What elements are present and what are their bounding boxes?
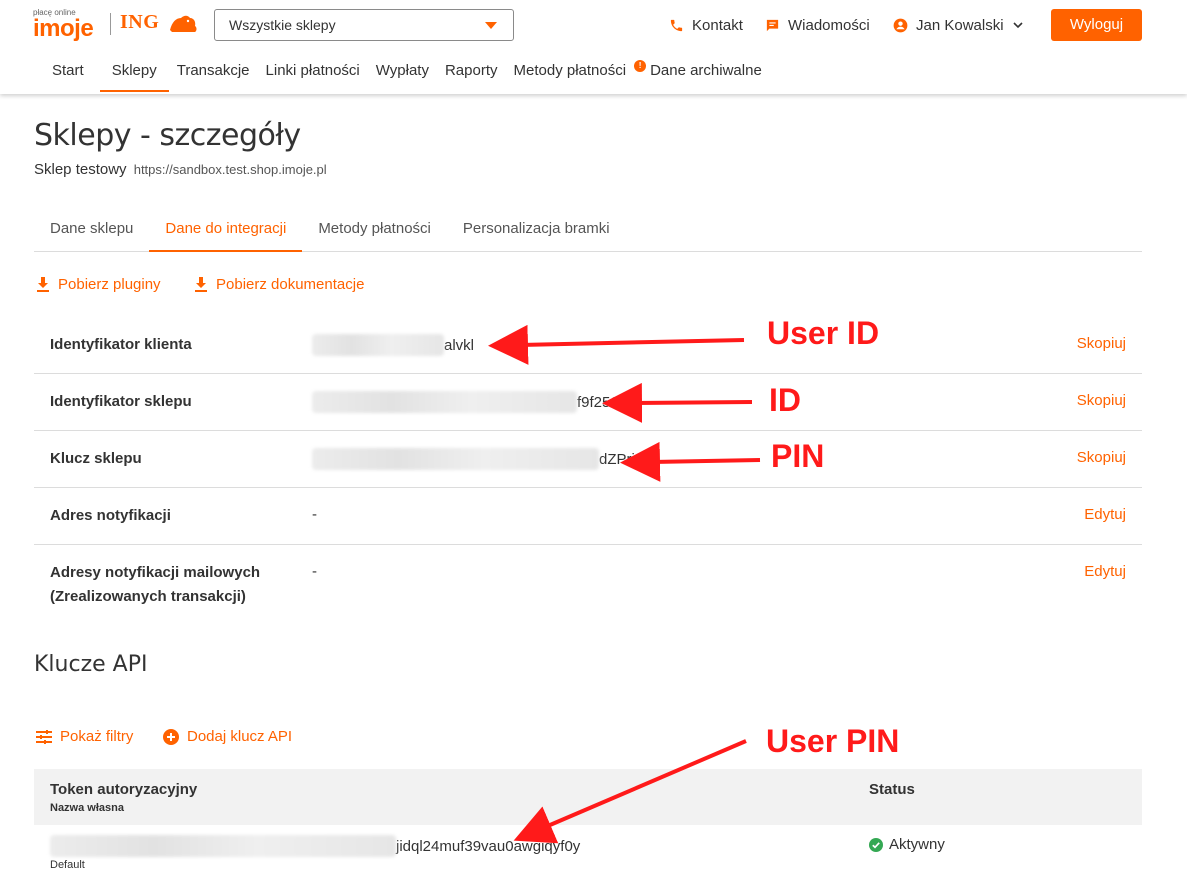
nav-item-dane-archiwalne[interactable]: Dane archiwalne: [642, 52, 770, 92]
shop-name: Sklep testowy: [34, 161, 127, 178]
main-nav: Start Sklepy Transakcje Linki płatności …: [36, 52, 770, 92]
detail-row-client-id: Identyfikator klienta alvkl Skopiuj: [34, 317, 1142, 374]
chevron-down-icon: [1012, 22, 1023, 29]
nav-item-linki-platnosci[interactable]: Linki płatności: [258, 52, 368, 92]
annotation-user-pin: User PIN: [766, 723, 900, 759]
download-icon: [37, 276, 49, 292]
nav-item-start[interactable]: Start: [36, 52, 100, 92]
edit-button[interactable]: Edytuj: [1084, 506, 1126, 523]
messages-link[interactable]: Wiadomości: [765, 15, 870, 35]
logo-imoje-text: imoje: [33, 15, 94, 42]
contact-label: Kontakt: [692, 16, 743, 34]
annotation-pin: PIN: [771, 438, 825, 474]
annotation-id: ID: [769, 382, 801, 418]
status-badge: Aktywny: [869, 836, 945, 853]
column-header-status: Status: [869, 781, 915, 798]
detail-value: dZPrjv4k: [312, 448, 658, 470]
ing-logo-text: ING: [120, 11, 160, 33]
user-menu[interactable]: Jan Kowalski: [893, 15, 1032, 35]
api-keys-table-header: Token autoryzacyjny Nazwa własna Status: [34, 769, 1142, 825]
nav-item-label: Metody płatności: [513, 62, 627, 79]
tab-metody-platnosci[interactable]: Metody płatności: [302, 208, 447, 251]
copy-button[interactable]: Skopiuj: [1077, 335, 1126, 352]
api-token-value: jidql24muf39vau0awgiqyf0y: [50, 835, 580, 857]
add-api-key-link[interactable]: Dodaj klucz API: [163, 728, 292, 745]
detail-label: Identyfikator klienta: [50, 336, 192, 353]
download-docs-label: Pobierz dokumentacje: [216, 276, 365, 293]
edit-button[interactable]: Edytuj: [1084, 563, 1126, 580]
detail-label: Klucz sklepu: [50, 450, 142, 467]
redacted-value: [312, 391, 577, 413]
detail-label: Adres notyfikacji: [50, 507, 171, 524]
api-keys-title: Klucze API: [34, 652, 148, 677]
api-key-name: Default: [50, 859, 85, 871]
shop-select-value: Wszystkie sklepy: [229, 17, 336, 33]
annotation-user-id: User ID: [767, 315, 880, 351]
download-docs-link[interactable]: Pobierz dokumentacje: [194, 276, 364, 293]
logout-button[interactable]: Wyloguj: [1051, 9, 1142, 41]
download-icon: [195, 276, 207, 292]
user-icon: [893, 18, 908, 32]
shop-select-dropdown[interactable]: Wszystkie sklepy: [214, 9, 514, 41]
logo-divider: [110, 13, 111, 35]
nav-item-raporty[interactable]: Raporty: [437, 52, 506, 92]
tab-dane-sklepu[interactable]: Dane sklepu: [34, 208, 149, 251]
redacted-value: [312, 334, 444, 356]
detail-row-shop-id: Identyfikator sklepu f9f25638 Skopiuj: [34, 374, 1142, 431]
value-suffix: alvkl: [444, 336, 475, 354]
shop-subtitle: Sklep testowy https://sandbox.test.shop.…: [34, 161, 327, 178]
column-header-token: Token autoryzacyjny: [50, 781, 198, 798]
download-plugins-link[interactable]: Pobierz pluginy: [36, 276, 161, 293]
add-api-key-label: Dodaj klucz API: [187, 728, 293, 745]
imoje-logo[interactable]: płacę online imoje: [33, 8, 103, 42]
user-name: Jan Kowalski: [916, 16, 1004, 34]
tab-personalizacja-bramki[interactable]: Personalizacja bramki: [447, 208, 626, 251]
nav-item-wyplaty[interactable]: Wypłaty: [368, 52, 437, 92]
show-filters-link[interactable]: Pokaż filtry: [36, 728, 133, 745]
show-filters-label: Pokaż filtry: [60, 728, 134, 745]
value-suffix: f9f25638: [577, 393, 636, 411]
detail-tabs: Dane sklepu Dane do integracji Metody pł…: [34, 208, 1142, 252]
copy-button[interactable]: Skopiuj: [1077, 449, 1126, 466]
detail-label: Identyfikator sklepu: [50, 393, 192, 410]
value-suffix: dZPrjv4k: [599, 450, 659, 468]
nav-item-transakcje[interactable]: Transakcje: [169, 52, 258, 92]
column-header-token-sub: Nazwa własna: [50, 802, 124, 814]
detail-row-notification-address: Adres notyfikacji - Edytuj: [34, 488, 1142, 545]
detail-value: -: [312, 563, 317, 580]
token-suffix: jidql24muf39vau0awgiqyf0y: [396, 837, 581, 855]
check-circle-icon: [869, 837, 883, 852]
phone-icon: [670, 19, 683, 31]
detail-label-line1: Adresy notyfikacji mailowych: [50, 564, 261, 581]
table-row[interactable]: jidql24muf39vau0awgiqyf0y Default Aktywn…: [34, 825, 1142, 885]
detail-row-shop-key: Klucz sklepu dZPrjv4k Skopiuj: [34, 431, 1142, 488]
shop-url: https://sandbox.test.shop.imoje.pl: [133, 162, 327, 177]
top-header: płacę online imoje ING Wszystkie sklepy …: [0, 0, 1187, 94]
messages-label: Wiadomości: [788, 16, 870, 34]
redacted-value: [50, 835, 396, 857]
detail-value: f9f25638: [312, 391, 635, 413]
nav-item-metody-platnosci[interactable]: Metody płatności !: [506, 52, 647, 92]
filter-sliders-icon: [36, 729, 52, 744]
redacted-value: [312, 448, 599, 470]
detail-label-line2: (Zrealizowanych transakcji): [50, 588, 246, 605]
detail-value: -: [312, 506, 317, 523]
ing-lion-icon: [170, 15, 197, 32]
tab-dane-do-integracji[interactable]: Dane do integracji: [149, 208, 303, 252]
contact-link[interactable]: Kontakt: [669, 15, 743, 35]
nav-item-sklepy[interactable]: Sklepy: [99, 52, 169, 92]
page-title: Sklepy - szczegóły: [34, 118, 301, 153]
status-label: Aktywny: [889, 836, 945, 853]
message-icon: [766, 19, 779, 31]
copy-button[interactable]: Skopiuj: [1077, 392, 1126, 409]
detail-row-email-notifications: Adresy notyfikacji mailowych (Zrealizowa…: [34, 545, 1142, 625]
detail-value: alvkl: [312, 334, 474, 356]
download-plugins-label: Pobierz pluginy: [58, 276, 161, 293]
caret-down-icon: [485, 22, 497, 29]
plus-circle-icon: [163, 728, 179, 745]
